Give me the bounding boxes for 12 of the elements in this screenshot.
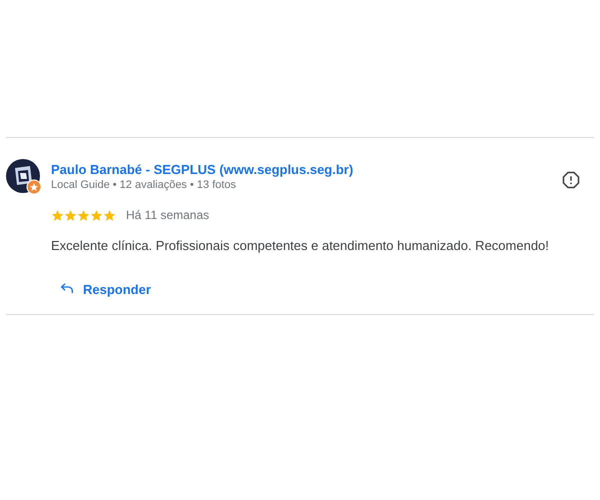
reply-button[interactable]: Responder [59,280,151,299]
author-meta: Local Guide • 12 avaliações • 13 fotos [51,178,236,192]
star-icon [51,208,64,222]
review-text: Excelente clínica. Profissionais competentes e atendimento humanizado. Recomendo! [51,237,549,255]
star-icon [64,208,77,222]
review-time: Há 11 semanas [126,207,210,224]
star-icon [77,208,90,222]
report-icon[interactable] [562,171,580,189]
avatar-icon [6,159,42,195]
star-icon [90,208,103,222]
author-name[interactable]: Paulo Barnabé - SEGPLUS (www.segplus.seg.br) [51,162,354,178]
star-icon [103,208,116,222]
